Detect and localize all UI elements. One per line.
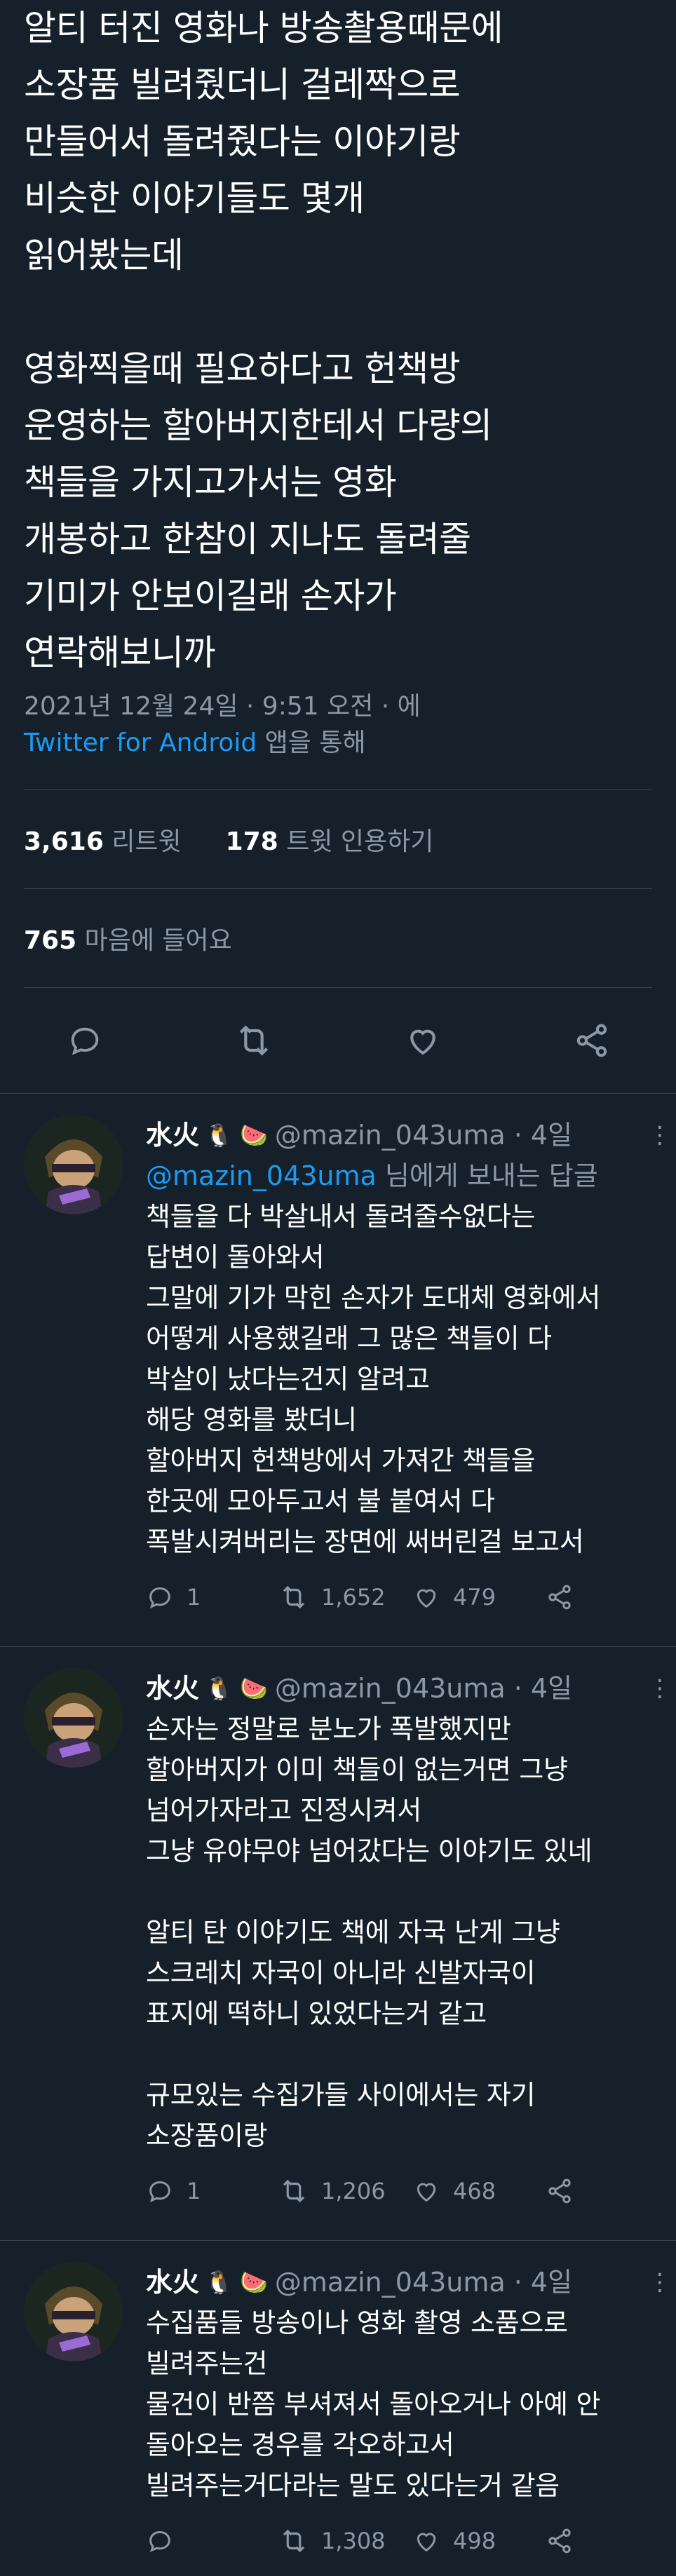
- reply-text: 수집품들 방송이나 영화 촬영 소품으로 빌려주는건 물건이 반쯤 부셔져서 돌…: [146, 2307, 601, 2501]
- tweet-source-line: Twitter for Android 앱을 통해: [24, 725, 652, 761]
- share-icon: [548, 2528, 571, 2554]
- retweet-icon: [283, 2529, 305, 2553]
- retweet-stats: 3,616 리트윗 178 트윗 인용하기: [24, 790, 652, 888]
- avatar[interactable]: [24, 1668, 123, 1768]
- handle-and-time[interactable]: @mazin_043uma · 4일: [275, 1115, 572, 1155]
- retweet-icon[interactable]: [234, 1021, 273, 1060]
- display-name[interactable]: 水火: [146, 1115, 199, 1155]
- retweet-button[interactable]: 1,206: [279, 2176, 412, 2206]
- retweet-button[interactable]: 1,308: [279, 2526, 412, 2556]
- share-button[interactable]: [546, 2527, 676, 2555]
- reply-header: 水火 🐧 🍉 @mazin_043uma · 4일 ⋮: [146, 1668, 676, 1709]
- share-icon: [548, 2178, 571, 2204]
- retweet-button[interactable]: 1,652: [279, 1582, 412, 1612]
- source-link[interactable]: Twitter for Android: [24, 728, 257, 757]
- like-icon: [417, 1589, 436, 1608]
- avatar[interactable]: [24, 2262, 123, 2361]
- display-name[interactable]: 水火: [146, 2262, 199, 2303]
- quotes-link[interactable]: 178 트윗 인용하기: [226, 827, 434, 856]
- timestamp-text[interactable]: 2021년 12월 24일 · 9:51 오전 · 에: [24, 692, 421, 721]
- badge-emoji: 🐧 🍉: [205, 1122, 268, 1148]
- reply-text: 책들을 다 박살내서 돌려줄수없다는 답변이 돌아와서 그말에 기가 막힌 손자…: [146, 1201, 601, 1557]
- like-icon[interactable]: [403, 1021, 442, 1060]
- reply-actions: 1 1,206 468: [146, 2156, 676, 2226]
- handle-and-time[interactable]: @mazin_043uma · 4일: [275, 2262, 572, 2303]
- reply-actions: 1,308 498: [146, 2506, 676, 2576]
- reply-button[interactable]: 1: [146, 1583, 279, 1611]
- retweet-icon: [283, 1585, 305, 1609]
- badge-emoji: 🐧 🍉: [205, 1675, 268, 1702]
- share-icon: [548, 1585, 571, 1610]
- tweet-timestamp[interactable]: 2021년 12월 24일 · 9:51 오전 · 에: [24, 689, 652, 725]
- more-options-icon[interactable]: ⋮: [648, 1115, 676, 1155]
- main-tweet: 알티 터진 영화나 방송촬용때문에 소장품 빌려줬더니 걸레짝으로 만들어서 돌…: [0, 0, 676, 761]
- more-options-icon[interactable]: ⋮: [648, 1668, 676, 1709]
- reply-actions: 1 1,652 479: [146, 1562, 676, 1632]
- like-button[interactable]: 498: [412, 2527, 546, 2555]
- tweet-text: 알티 터진 영화나 방송촬용때문에 소장품 빌려줬더니 걸레짝으로 만들어서 돌…: [24, 8, 503, 673]
- like-icon: [417, 2533, 436, 2552]
- like-button[interactable]: 479: [412, 1583, 546, 1611]
- like-button[interactable]: 468: [412, 2177, 546, 2205]
- badge-emoji: 🐧 🍉: [205, 2269, 268, 2296]
- retweets-link[interactable]: 3,616 리트윗: [24, 827, 182, 856]
- like-icon: [417, 2183, 436, 2202]
- reply-icon: [149, 2181, 170, 2202]
- reply-icon[interactable]: [65, 1021, 104, 1060]
- reply-header: 水火 🐧 🍉 @mazin_043uma · 4일 ⋮: [146, 2262, 676, 2303]
- reply-icon: [149, 1587, 170, 1608]
- more-options-icon[interactable]: ⋮: [648, 2262, 676, 2303]
- reply-button[interactable]: 1: [146, 2177, 279, 2205]
- share-button[interactable]: [546, 1583, 676, 1611]
- source-suffix: 앱을 통해: [257, 728, 366, 757]
- share-button[interactable]: [546, 2177, 676, 2205]
- replying-to: @mazin_043uma 님에게 보내는 답글: [146, 1160, 598, 1191]
- display-name[interactable]: 水火: [146, 1668, 199, 1709]
- reply-icon: [149, 2530, 170, 2552]
- retweet-icon: [283, 2179, 305, 2203]
- likes-stats[interactable]: 765 마음에 들어요: [24, 889, 652, 987]
- reply-button[interactable]: [146, 2527, 279, 2555]
- share-icon[interactable]: [572, 1021, 611, 1060]
- mention-link[interactable]: @mazin_043uma: [146, 1160, 377, 1191]
- avatar[interactable]: [24, 1115, 123, 1214]
- reply-text: 손자는 정말로 분노가 폭발했지만 할아버지가 이미 책들이 없는거면 그냥 넘…: [146, 1714, 593, 2151]
- reply-header: 水火 🐧 🍉 @mazin_043uma · 4일 ⋮: [146, 1115, 676, 1155]
- tweet-actions: [0, 988, 676, 1093]
- handle-and-time[interactable]: @mazin_043uma · 4일: [275, 1668, 572, 1709]
- reply-tweet[interactable]: 水火 🐧 🍉 @mazin_043uma · 4일 ⋮ @mazin_043um…: [0, 1094, 676, 1632]
- reply-tweet[interactable]: 水火 🐧 🍉 @mazin_043uma · 4일 ⋮ 수집품들 방송이나 영화…: [0, 2241, 676, 2576]
- reply-tweet[interactable]: 水火 🐧 🍉 @mazin_043uma · 4일 ⋮ 손자는 정말로 분노가 …: [0, 1647, 676, 2226]
